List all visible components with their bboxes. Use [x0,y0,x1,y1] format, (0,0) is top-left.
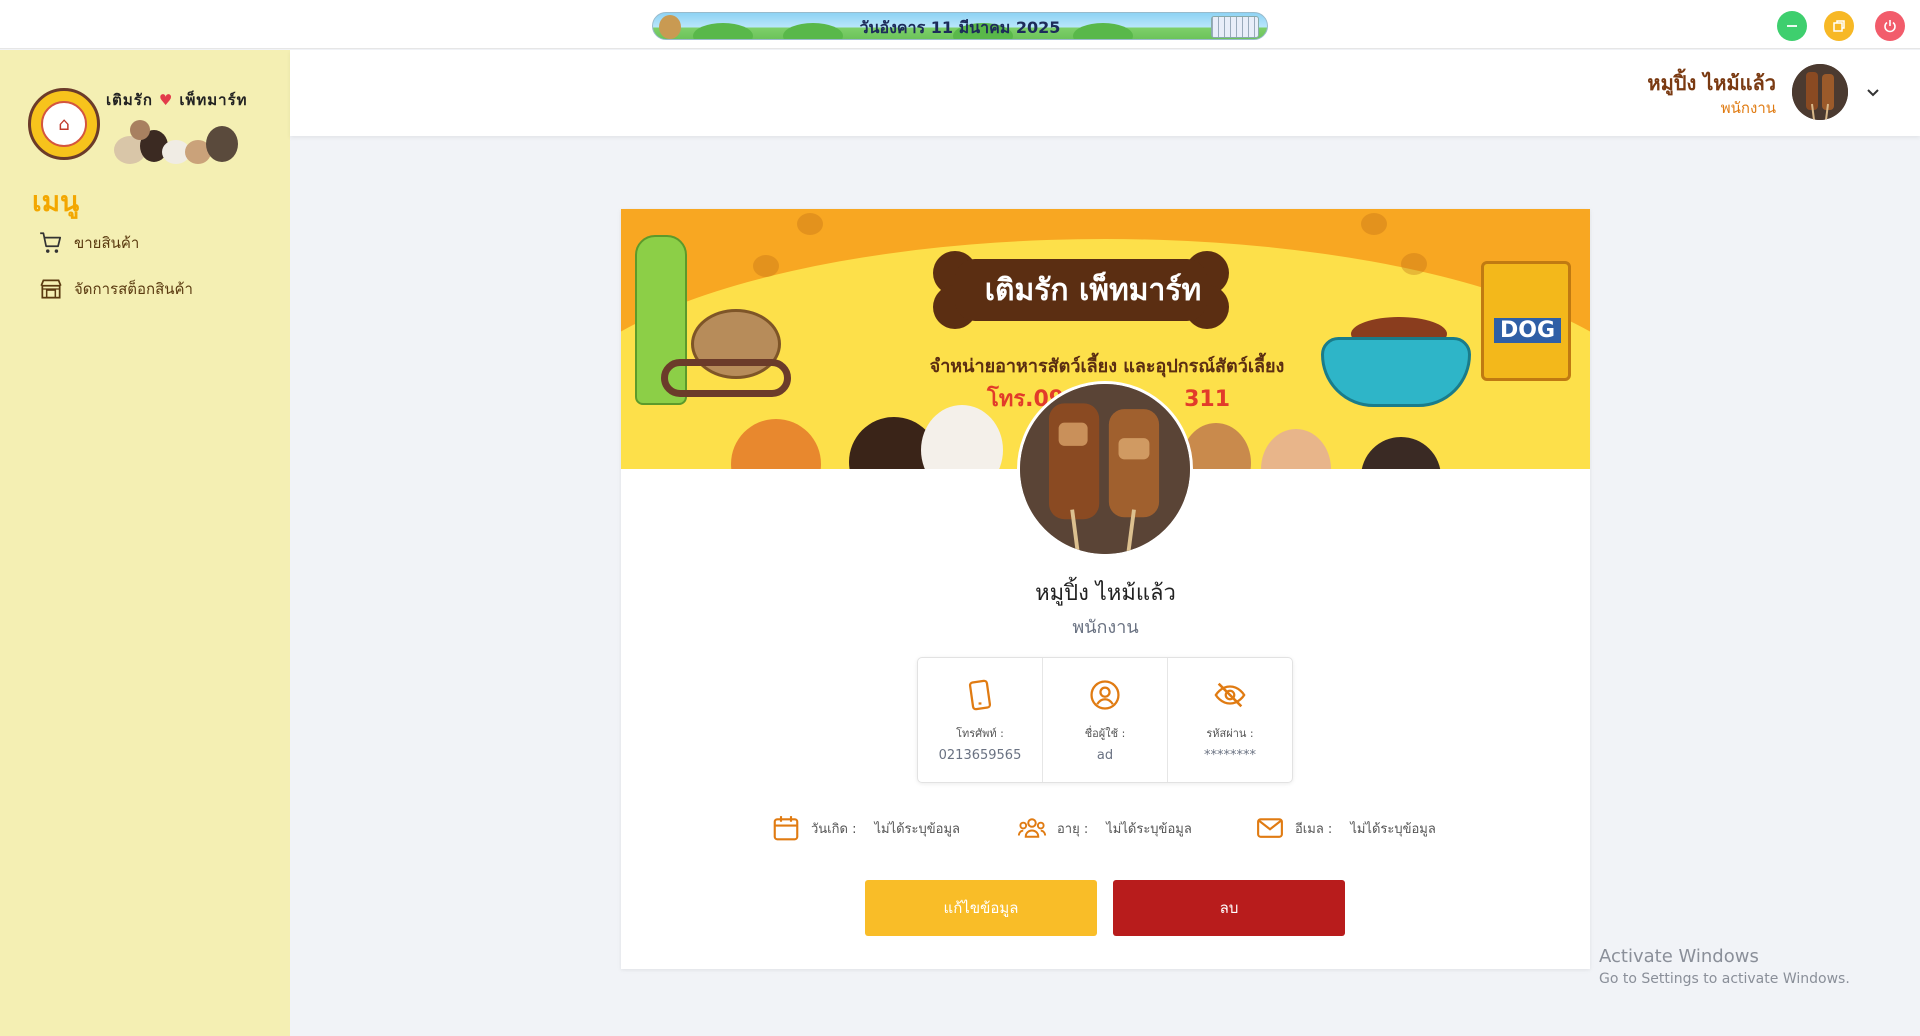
store-icon [40,279,62,299]
age-detail: อายุ : ไม่ได้ระบุข้อมูล [1017,813,1192,843]
minimize-button[interactable] [1777,11,1807,41]
sidebar-item-label: ขายสินค้า [74,234,140,252]
calendar-graphic-icon [1211,16,1259,38]
sidebar-item-label: จัดการสต็อกสินค้า [74,280,193,298]
window-title-bar: วันอังคาร 11 มีนาคม 2025 [0,0,1920,49]
phone-info: โทรศัพท์ : 0213659565 [918,658,1043,782]
banner-subtitle: จำหน่ายอาหารสัตว์เลี้ยง และอุปกรณ์สัตว์เ… [929,356,1285,377]
minus-icon [1787,25,1797,27]
email-label: อีเมล : [1295,821,1333,837]
heart-icon: ♥ [158,91,174,109]
avatar-photo [1792,64,1848,120]
password-label: รหัสผ่าน : [1206,727,1254,740]
mail-icon [1257,818,1283,838]
dog-food-bag-graphic: DOG [1481,261,1571,381]
users-icon [1017,818,1047,838]
email-value: ไม่ได้ระบุข้อมูล [1350,821,1436,837]
profile-photo [1020,384,1190,554]
phone-value: 0213659565 [938,748,1022,763]
cart-icon [40,232,62,253]
app-header: หมูปิ้ง ไหม้แล้ว พนักงาน [290,50,1920,136]
store-name: เติมรัก ♥ เพ็ทมาร์ท [106,91,248,109]
store-logo: ⌂ [28,88,100,160]
age-value: ไม่ได้ระบุข้อมูล [1106,821,1192,837]
age-label: อายุ : [1057,821,1089,837]
banner-title: เติมรัก เพ็ทมาร์ท [984,273,1202,308]
account-info-box: โทรศัพท์ : 0213659565 ชื่อผู้ใช้ : ad รห… [917,657,1293,783]
password-info: รหัสผ่าน : ******** [1168,658,1292,782]
pet-bowl-graphic [1321,337,1471,407]
profile-avatar [1017,381,1193,557]
password-value: ******** [1204,748,1256,763]
birthday-value: ไม่ได้ระบุข้อมูล [874,821,961,837]
calendar-icon [773,816,799,841]
header-user-role: พนักงาน [1720,99,1776,117]
birthday-label: วันเกิด : [811,821,857,837]
username-label: ชื่อผู้ใช้ : [1084,727,1126,740]
power-icon [1884,20,1896,33]
delete-profile-button[interactable]: ลบ [1113,880,1345,936]
house-pets-icon: ⌂ [41,101,87,147]
date-banner: วันอังคาร 11 มีนาคม 2025 [652,12,1268,40]
edit-profile-button[interactable]: แก้ไขข้อมูล [865,880,1097,936]
avatar[interactable] [1792,64,1848,120]
collar-graphic [661,359,791,397]
pets-illustration [114,120,238,164]
eye-off-icon[interactable] [1213,678,1247,712]
email-detail: อีเมล : ไม่ได้ระบุข้อมูล [1255,813,1436,843]
header-user-name: หมูปิ้ง ไหม้แล้ว [1647,71,1776,95]
sidebar-item-stock[interactable]: จัดการสต็อกสินค้า [38,276,193,302]
phone-label: โทรศัพท์ : [956,727,1004,740]
power-button[interactable] [1875,11,1905,41]
profile-card: เติมรัก เพ็ทมาร์ท จำหน่ายอาหารสัตว์เลี้ย… [621,209,1590,969]
birthday-detail: วันเกิด : ไม่ได้ระบุข้อมูล [771,813,960,843]
user-circle-icon [1090,680,1120,710]
chevron-down-icon[interactable] [1864,83,1882,101]
username-info: ชื่อผู้ใช้ : ad [1043,658,1168,782]
sidebar-item-sell[interactable]: ขายสินค้า [38,230,139,256]
restore-button[interactable] [1824,11,1854,41]
sidebar: ⌂ เติมรัก ♥ เพ็ทมาร์ท เมนู ขายสินค้า จัดกา… [0,50,290,1036]
username-value: ad [1096,748,1114,763]
phone-icon [968,679,992,711]
profile-name: หมูปิ้ง ไหม้แล้ว [1035,581,1176,606]
menu-title: เมนู [32,185,80,218]
restore-icon [1833,20,1845,32]
windows-activation-watermark: Activate Windows Go to Settings to activ… [1599,946,1850,987]
profile-role: พนักงาน [1072,617,1139,638]
current-date: วันอังคาร 11 มีนาคม 2025 [859,18,1061,37]
